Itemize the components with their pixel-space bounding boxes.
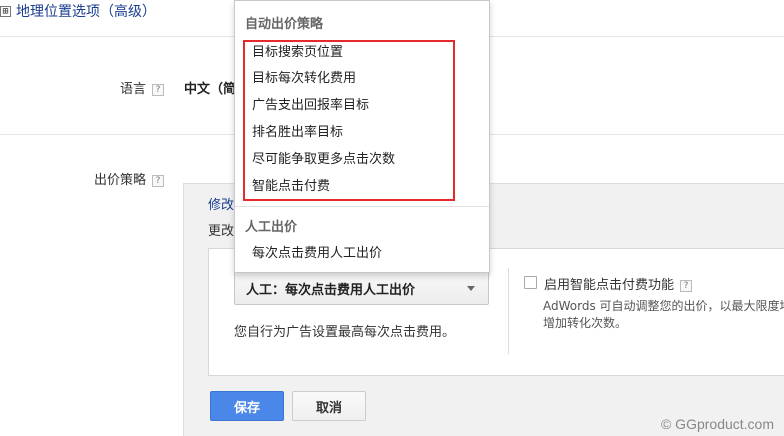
- geo-options-link[interactable]: 地理位置选项（高级）: [16, 1, 156, 21]
- watermark: © GGproduct.com: [660, 416, 774, 432]
- auto-bid-group-header: 自动出价策略: [245, 17, 324, 32]
- help-icon[interactable]: ?: [152, 175, 165, 187]
- caret-down-icon: [467, 286, 475, 291]
- modify-link[interactable]: 修改: [208, 194, 234, 213]
- ecpc-description: AdWords 可自动调整您的出价，以最大限度地增加转化次数。: [543, 299, 784, 330]
- dropdown-divider: [235, 206, 489, 207]
- highlight-annotation: [243, 40, 455, 201]
- cancel-button[interactable]: 取消: [292, 391, 366, 421]
- language-value[interactable]: 中文（简: [184, 78, 236, 97]
- save-button[interactable]: 保存: [210, 391, 284, 421]
- dropdown-option[interactable]: 每次点击费用人工出价: [252, 242, 382, 261]
- help-icon[interactable]: ?: [152, 84, 165, 96]
- help-icon[interactable]: ?: [680, 280, 693, 292]
- bid-strategy-selected-value: 人工：每次点击费用人工出价: [246, 282, 416, 298]
- change-text: 更改: [208, 224, 235, 239]
- ecpc-label: 启用智能点击付费功能?: [544, 274, 693, 293]
- bid-strategy-select[interactable]: 人工：每次点击费用人工出价: [234, 271, 489, 305]
- language-label: 语言?: [120, 78, 165, 97]
- vertical-divider: [508, 268, 509, 354]
- bid-strategy-label-text: 出价策略: [94, 173, 147, 188]
- bid-strategy-label: 出价策略?: [94, 169, 165, 188]
- manual-bid-description: 您自行为广告设置最高每次点击费用。: [234, 325, 456, 340]
- expand-icon[interactable]: ⊞: [0, 5, 11, 17]
- ecpc-checkbox[interactable]: [524, 276, 537, 289]
- geo-options-row[interactable]: ⊞ 地理位置选项（高级）: [0, 0, 156, 22]
- manual-bid-group-header: 人工出价: [245, 220, 298, 235]
- ecpc-label-text: 启用智能点击付费功能: [544, 278, 675, 293]
- language-label-text: 语言: [120, 82, 147, 97]
